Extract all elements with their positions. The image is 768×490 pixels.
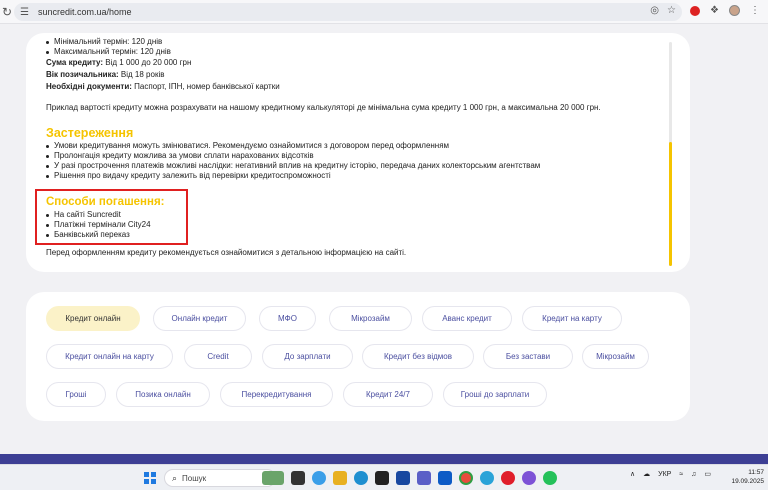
tune-icon[interactable]: ☰ — [20, 7, 32, 18]
url-text[interactable]: suncredit.com.ua/home — [38, 7, 132, 17]
tag-button[interactable]: Позика онлайн — [116, 382, 210, 407]
list-item: Платіжні термінали City24 — [46, 220, 151, 230]
list-item: Максимальний термін: 120 днів — [46, 47, 171, 57]
chrome-icon[interactable] — [459, 471, 473, 485]
tag-button[interactable]: Кредит онлайн — [46, 306, 140, 331]
cloud-icon[interactable]: ☁ — [643, 470, 650, 478]
repayment-list: На сайті Suncredit Платіжні термінали Ci… — [46, 210, 151, 240]
eye-off-icon[interactable]: ◎ — [650, 5, 659, 16]
list-item: Умови кредитування можуть змінюватися. Р… — [46, 141, 540, 151]
folder-icon[interactable] — [333, 471, 347, 485]
puzzle-icon[interactable]: ❖ — [710, 5, 719, 16]
taskbar-search[interactable]: ⌕ Пошук — [164, 469, 276, 487]
tag-button[interactable]: Кредит на карту — [522, 306, 622, 331]
viber-icon[interactable] — [522, 471, 536, 485]
clock[interactable]: 11:57 19.09.2025 — [731, 468, 764, 486]
warnings-list: Умови кредитування можуть змінюватися. Р… — [46, 141, 540, 181]
star-icon[interactable]: ☆ — [667, 5, 676, 16]
taskbar: ⌕ Пошук ∧ ☁ УКР ≈ ♫ ▭ 11:57 19.09.2025 — [0, 464, 768, 490]
tag-button[interactable]: Мікрозайм — [329, 306, 412, 331]
loan-sum: Сума кредиту: Від 1 000 до 20 000 грн — [46, 58, 192, 67]
warnings-heading: Застереження — [46, 126, 134, 140]
language-indicator[interactable]: УКР — [658, 471, 671, 478]
tag-button[interactable]: МФО — [259, 306, 316, 331]
tag-button[interactable]: Кредит без відмов — [362, 344, 474, 369]
task-view-icon[interactable] — [291, 471, 305, 485]
volume-icon[interactable]: ♫ — [691, 471, 696, 478]
list-item: Пролонгація кредиту можлива за умови спл… — [46, 151, 540, 161]
address-bar[interactable]: ☰ suncredit.com.ua/home ◎ ☆ — [14, 3, 682, 21]
widget-icon[interactable] — [262, 471, 284, 485]
avatar[interactable] — [728, 5, 740, 16]
tag-button[interactable]: Кредит онлайн на карту — [46, 344, 173, 369]
browser-toolbar: ↻ ☰ suncredit.com.ua/home ◎ ☆ ❖ ⋮ — [0, 0, 768, 24]
tag-button[interactable]: Гроші до зарплати — [443, 382, 547, 407]
tag-button[interactable]: Credit — [184, 344, 252, 369]
tag-button[interactable]: Гроші — [46, 382, 106, 407]
list-item: Мінімальний термін: 120 днів — [46, 37, 171, 47]
battery-icon[interactable]: ▭ — [704, 470, 711, 478]
more-icon[interactable]: ⋮ — [750, 5, 760, 16]
windows-icon[interactable] — [144, 472, 156, 484]
tag-button[interactable]: Без застави — [483, 344, 573, 369]
card-scrollbar[interactable] — [669, 42, 672, 266]
wifi-icon[interactable]: ≈ — [679, 471, 683, 478]
note-text: Перед оформленням кредиту рекомендується… — [46, 248, 407, 257]
chevron-up-icon[interactable]: ∧ — [630, 470, 635, 478]
tag-button[interactable]: Онлайн кредит — [153, 306, 246, 331]
repayment-heading: Способи погашення: — [46, 196, 165, 208]
tag-button[interactable]: Мікрозайм — [582, 344, 649, 369]
example-text: Приклад вартості кредиту можна розрахува… — [46, 103, 601, 112]
dropbox-icon[interactable] — [438, 471, 452, 485]
tag-button[interactable]: До зарплати — [262, 344, 353, 369]
required-docs: Необхідні документи: Паспорт, ІПН, номер… — [46, 82, 280, 91]
list-item: Банківський переказ — [46, 230, 151, 240]
site-footer — [0, 454, 768, 464]
edge-icon[interactable] — [354, 471, 368, 485]
scroll-thumb[interactable] — [669, 142, 672, 266]
search-icon: ⌕ — [172, 472, 178, 483]
list-item: Рішення про видачу кредиту залежить від … — [46, 171, 540, 181]
tag-button[interactable]: Перекредитування — [220, 382, 333, 407]
tag-button[interactable]: Кредит 24/7 — [343, 382, 433, 407]
l-app-icon[interactable] — [396, 471, 410, 485]
extension-icon[interactable] — [690, 5, 700, 16]
borrower-age: Вік позичальника: Від 18 років — [46, 70, 165, 79]
teams-icon[interactable] — [417, 471, 431, 485]
list-item: На сайті Suncredit — [46, 210, 151, 220]
list-item: У разі прострочення платежів можливі нас… — [46, 161, 540, 171]
store-icon[interactable] — [375, 471, 389, 485]
tag-button[interactable]: Аванс кредит — [422, 306, 512, 331]
system-tray: ∧ ☁ УКР ≈ ♫ ▭ — [630, 470, 711, 479]
taskbar-apps — [262, 471, 557, 485]
opera-icon[interactable] — [501, 471, 515, 485]
whatsapp-icon[interactable] — [543, 471, 557, 485]
telegram-icon[interactable] — [480, 471, 494, 485]
terms-list: Мінімальний термін: 120 днів Максимальни… — [46, 37, 171, 57]
copilot-icon[interactable] — [312, 471, 326, 485]
